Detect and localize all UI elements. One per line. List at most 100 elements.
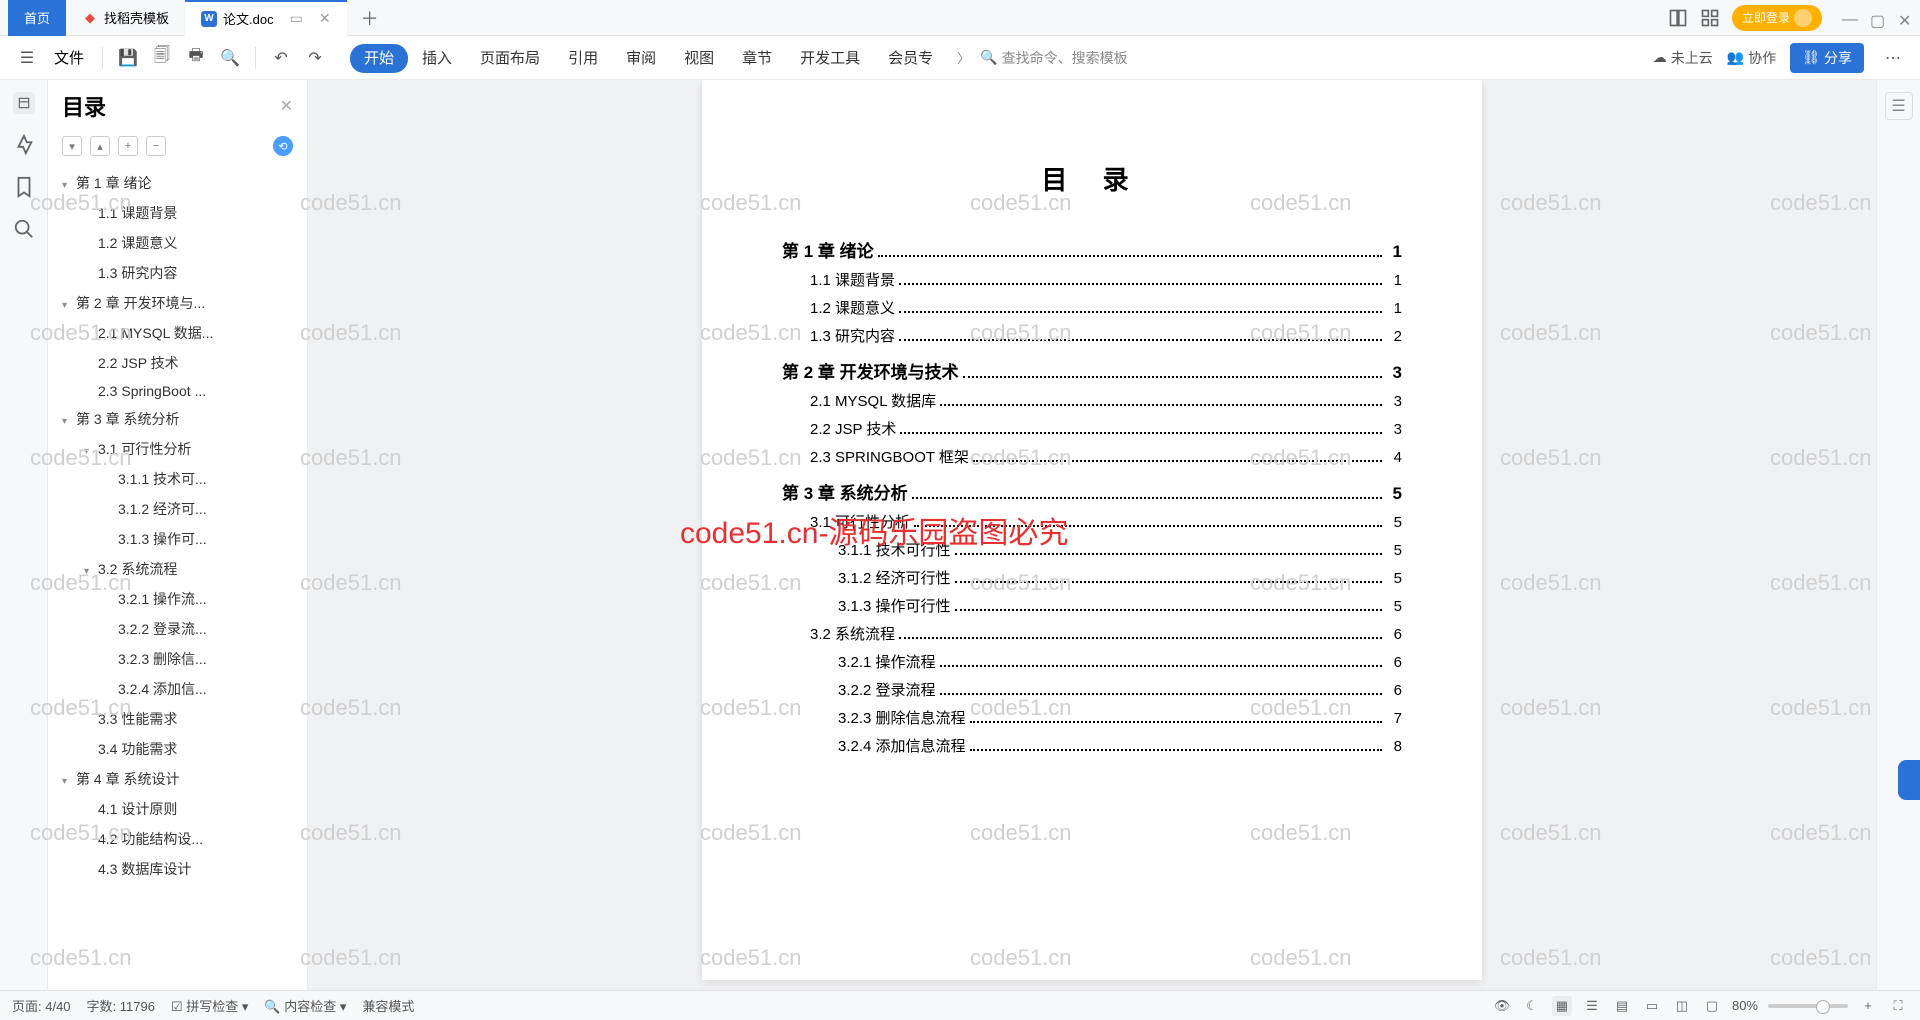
more-icon[interactable]: ⋯ [1878,43,1908,73]
sync-icon[interactable]: ⟲ [273,136,293,156]
menu-tab-3[interactable]: 引用 [554,44,612,73]
zoom-in-icon[interactable]: + [1858,996,1878,1016]
undo-icon[interactable]: ↶ [266,43,296,73]
minimize-icon[interactable]: — [1842,11,1856,25]
menu-tab-1[interactable]: 插入 [408,44,466,73]
login-button[interactable]: 立即登录 [1732,5,1822,31]
outline-item[interactable]: 3.1.2 经济可... [56,494,299,524]
page-view-icon[interactable]: ▦ [1552,996,1572,1016]
tab-home[interactable]: 首页 [8,0,66,36]
tab-templates[interactable]: ◆ 找稻壳模板 [66,0,185,36]
toc-entry[interactable]: 3.2.1 操作流程6 [782,651,1402,672]
outline-item[interactable]: ▾第 4 章 系统设计 [56,764,299,794]
outline-item[interactable]: 1.3 研究内容 [56,258,299,288]
outline-item[interactable]: 3.1.3 操作可... [56,524,299,554]
outline-item[interactable]: ▾3.2 系统流程 [56,554,299,584]
save-as-icon[interactable]: 🗐 [147,43,177,73]
pin-icon[interactable] [13,134,35,156]
menu-icon[interactable]: ☰ [12,43,42,73]
close-window-icon[interactable]: ✕ [1898,11,1912,25]
file-menu[interactable]: 文件 [46,43,92,72]
remove-heading-icon[interactable]: − [146,136,166,156]
layout-icon[interactable] [1668,8,1688,28]
outline-item[interactable]: 3.2.2 登录流... [56,614,299,644]
menu-overflow[interactable]: 〉 [951,48,976,67]
redo-icon[interactable]: ↷ [300,43,330,73]
compat-mode[interactable]: 兼容模式 [362,996,414,1015]
add-heading-icon[interactable]: + [118,136,138,156]
apps-icon[interactable] [1700,8,1720,28]
side-handle[interactable] [1898,760,1920,800]
bookmark-icon[interactable] [13,176,35,198]
toc-entry[interactable]: 第 3 章 系统分析5 [782,479,1402,504]
print-preview-icon[interactable]: 🔍 [215,43,245,73]
toc-entry[interactable]: 3.1 可行性分析5 [782,511,1402,532]
fullscreen-icon[interactable]: ⛶ [1888,996,1908,1016]
outline-item[interactable]: ▾第 2 章 开发环境与... [56,288,299,318]
toc-entry[interactable]: 2.2 JSP 技术3 [782,418,1402,439]
outline-view-icon[interactable]: ☰ [1582,996,1602,1016]
command-search[interactable]: 🔍 查找命令、搜索模板 [980,48,1127,68]
moon-mode-icon[interactable]: ☾ [1522,996,1542,1016]
split-view-icon[interactable]: ◫ [1672,996,1692,1016]
outline-item[interactable]: 4.3 数据库设计 [56,854,299,884]
share-button[interactable]: ⛓ 分享 [1790,43,1864,73]
eye-mode-icon[interactable]: 👁 [1492,996,1512,1016]
tab-screen-icon[interactable]: ▭ [290,10,303,27]
zoom-level[interactable]: 80% [1732,998,1758,1013]
menu-tab-4[interactable]: 审阅 [612,44,670,73]
menu-tab-6[interactable]: 章节 [728,44,786,73]
tab-document[interactable]: W 论文.doc ▭ ✕ [185,0,347,36]
menu-tab-8[interactable]: 会员专 [874,44,947,73]
outline-item[interactable]: ▾第 1 章 绪论 [56,168,299,198]
toc-entry[interactable]: 3.1.3 操作可行性5 [782,595,1402,616]
outline-item[interactable]: ▾第 3 章 系统分析 [56,404,299,434]
read-view-icon[interactable]: ▭ [1642,996,1662,1016]
collaborate-button[interactable]: 👥 协作 [1727,48,1776,68]
outline-item[interactable]: 3.2.4 添加信... [56,674,299,704]
outline-item[interactable]: 3.1.1 技术可... [56,464,299,494]
zoom-out-icon[interactable]: ▢ [1702,996,1722,1016]
word-count[interactable]: 字数: 11796 [87,996,155,1015]
toc-entry[interactable]: 3.2.4 添加信息流程8 [782,735,1402,756]
outline-close-icon[interactable]: ✕ [280,96,293,116]
outline-item[interactable]: 4.2 功能结构设... [56,824,299,854]
outline-item[interactable]: 3.3 性能需求 [56,704,299,734]
outline-item[interactable]: 1.2 课题意义 [56,228,299,258]
outline-item[interactable]: 2.3 SpringBoot ... [56,378,299,404]
toc-entry[interactable]: 3.1.2 经济可行性5 [782,567,1402,588]
content-check[interactable]: 🔍 内容检查 ▾ [264,996,346,1015]
menu-tab-5[interactable]: 视图 [670,44,728,73]
outline-item[interactable]: ▾3.1 可行性分析 [56,434,299,464]
toc-entry[interactable]: 3.2 系统流程6 [782,623,1402,644]
outline-item[interactable]: 1.1 课题背景 [56,198,299,228]
toc-entry[interactable]: 2.1 MYSQL 数据库3 [782,390,1402,411]
toc-entry[interactable]: 1.3 研究内容2 [782,325,1402,346]
toc-entry[interactable]: 1.2 课题意义1 [782,297,1402,318]
page-indicator[interactable]: 页面: 4/40 [12,996,71,1015]
outline-item[interactable]: 3.2.3 删除信... [56,644,299,674]
collapse-all-icon[interactable]: ▾ [62,136,82,156]
menu-tab-0[interactable]: 开始 [350,44,408,73]
outline-item[interactable]: 2.2 JSP 技术 [56,348,299,378]
outline-item[interactable]: 2.1 MYSQL 数据... [56,318,299,348]
print-icon[interactable]: 🖶 [181,43,211,73]
toc-entry[interactable]: 3.1.1 技术可行性5 [782,539,1402,560]
outline-item[interactable]: 3.2.1 操作流... [56,584,299,614]
menu-tab-2[interactable]: 页面布局 [466,44,554,73]
cloud-status[interactable]: ☁ 未上云 [1653,48,1713,68]
add-tab-button[interactable]: ＋ [347,5,393,31]
toc-entry[interactable]: 3.2.3 删除信息流程7 [782,707,1402,728]
outline-item[interactable]: 4.1 设计原则 [56,794,299,824]
expand-all-icon[interactable]: ▴ [90,136,110,156]
toc-entry[interactable]: 2.3 SPRINGBOOT 框架4 [782,446,1402,467]
zoom-slider[interactable] [1768,1004,1848,1008]
outline-tab-icon[interactable] [13,92,35,114]
toc-entry[interactable]: 3.2.2 登录流程6 [782,679,1402,700]
toc-entry[interactable]: 第 1 章 绪论1 [782,237,1402,262]
toc-entry[interactable]: 第 2 章 开发环境与技术3 [782,358,1402,383]
maximize-icon[interactable]: ▢ [1870,11,1884,25]
close-tab-icon[interactable]: ✕ [319,10,331,27]
outline-item[interactable]: 3.4 功能需求 [56,734,299,764]
toc-entry[interactable]: 1.1 课题背景1 [782,269,1402,290]
